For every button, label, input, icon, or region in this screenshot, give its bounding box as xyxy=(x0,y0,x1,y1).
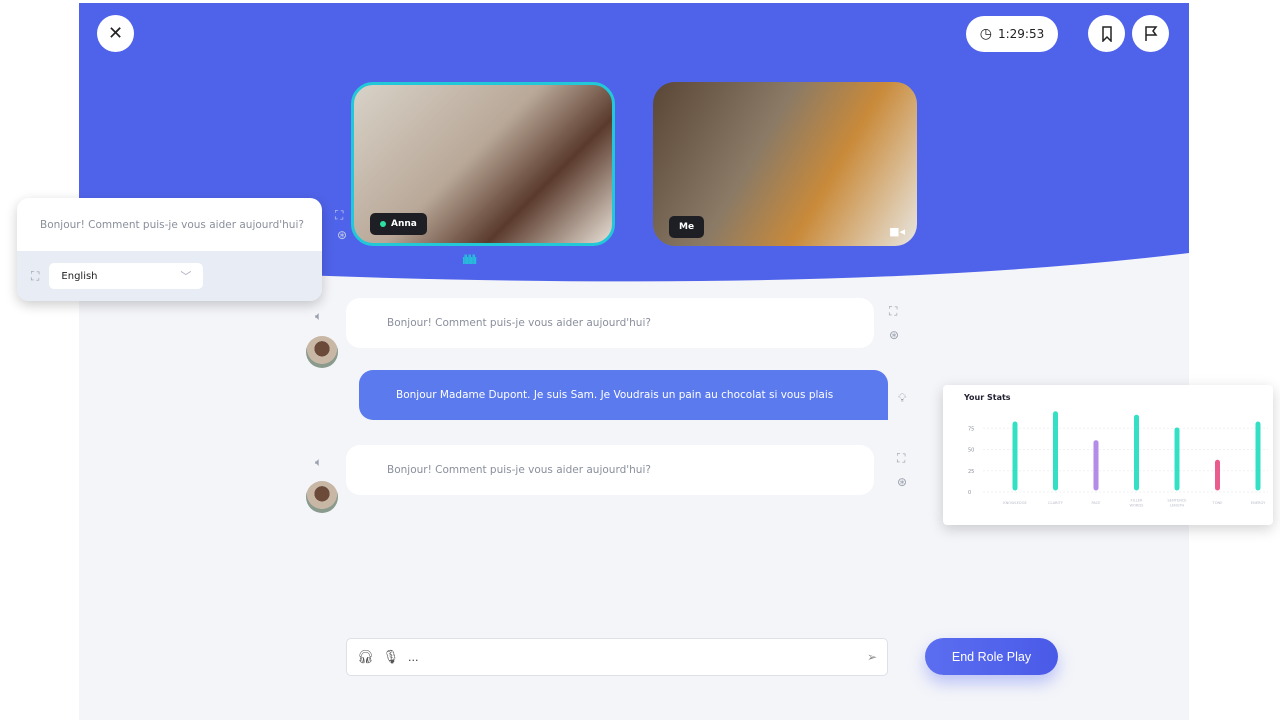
speaker-icon[interactable]: 🔈︎ xyxy=(315,309,322,324)
lifebuoy-icon[interactable]: ⊛ xyxy=(337,228,347,242)
bookmark-icon xyxy=(1101,25,1112,42)
close-button[interactable]: ✕ xyxy=(97,15,134,52)
message-bubble-user: Bonjour Madame Dupont. Je suis Sam. Je V… xyxy=(359,370,888,420)
stats-chart: 0 25 50 75 KNOWLEDGE CLARITY PACE FILLERWORDS SE… xyxy=(968,411,1268,508)
chevron-down-icon: ﹀ xyxy=(180,270,192,283)
language-select[interactable]: English ﹀ xyxy=(49,263,204,289)
x-tick-label: CLARITY xyxy=(1048,501,1064,505)
y-tick-label: 50 xyxy=(968,448,974,454)
y-tick-label: 25 xyxy=(968,469,974,475)
bookmark-button[interactable] xyxy=(1088,15,1125,52)
role-play-screen: ✕ ◷ 1:29:53 Anna ıllıllıllı Me ■◂ ⛶ ⊛ 🔈︎ … xyxy=(79,3,1189,720)
headphones-icon[interactable]: 🎧︎ xyxy=(357,650,374,665)
y-tick-label: 75 xyxy=(968,426,974,432)
speaking-dot-icon xyxy=(380,221,386,227)
lightbulb-icon[interactable]: 💡︎ xyxy=(898,391,906,406)
y-tick-label: 0 xyxy=(968,490,971,496)
translate-icon: ⛶ xyxy=(31,268,40,283)
speaker-icon[interactable]: 🔈︎ xyxy=(315,455,322,470)
x-tick-label: ENERGY xyxy=(1251,501,1266,505)
flag-icon xyxy=(1144,25,1157,41)
x-tick-label: KNOWLEDGE xyxy=(1003,501,1027,505)
audio-wave-icon: ıllıllıllı xyxy=(462,253,477,267)
x-tick-label: PACE xyxy=(1091,501,1101,505)
x-tick-label: FILLER xyxy=(1131,499,1143,503)
translate-icon[interactable]: ⛶ xyxy=(889,304,897,319)
timer: ◷ 1:29:53 xyxy=(966,16,1058,52)
close-icon: ✕ xyxy=(107,23,124,43)
x-tick-label: LENGTH xyxy=(1170,504,1185,508)
translate-icon[interactable]: ⛶ xyxy=(335,208,343,223)
message-composer: 🎧︎ 🎙︎ ... ➢ xyxy=(346,638,888,676)
lifebuoy-icon[interactable]: ⊛ xyxy=(897,475,907,489)
translation-popup: Bonjour! Comment puis-je vous aider aujo… xyxy=(17,198,322,301)
lifebuoy-icon[interactable]: ⊛ xyxy=(889,328,899,342)
message-bubble: Bonjour! Comment puis-je vous aider aujo… xyxy=(346,445,874,495)
clock-icon: ◷ xyxy=(979,26,992,42)
camera-icon[interactable]: ■◂ xyxy=(889,225,905,238)
x-tick-label: WORDS xyxy=(1130,504,1145,508)
avatar xyxy=(306,336,338,368)
x-tick-label: SENTENCE xyxy=(1167,499,1187,503)
message-bubble: Bonjour! Comment puis-je vous aider aujo… xyxy=(346,298,874,348)
participant-label: Me xyxy=(669,216,705,238)
send-icon[interactable]: ➢ xyxy=(867,650,877,664)
x-tick-label: TONE xyxy=(1212,501,1224,505)
message-input[interactable]: ... xyxy=(408,651,858,664)
flag-button[interactable] xyxy=(1132,15,1169,52)
video-anna: Anna xyxy=(351,82,615,246)
avatar xyxy=(306,481,338,513)
translate-icon[interactable]: ⛶ xyxy=(897,451,905,466)
stats-card: Your Stats 0 25 50 75 KNOWLEDGE CLARITY PACE FI… xyxy=(943,385,1273,525)
video-me: Me ■◂ xyxy=(653,82,917,246)
end-role-play-button[interactable]: End Role Play xyxy=(925,638,1058,675)
microphone-icon[interactable]: 🎙︎ xyxy=(383,650,400,665)
participant-label: Anna xyxy=(370,213,427,235)
